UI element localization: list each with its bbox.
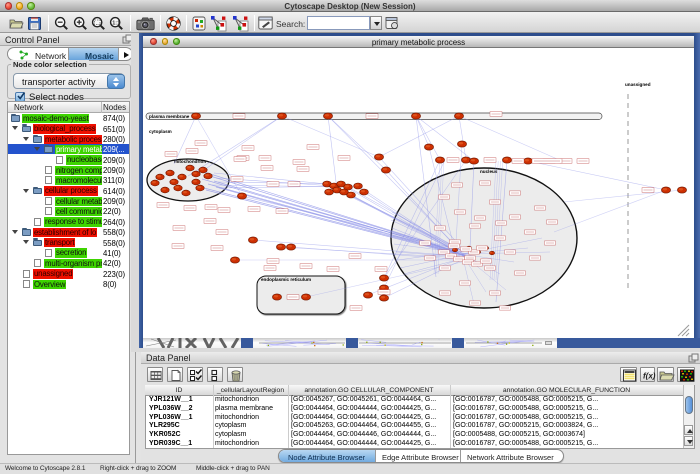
svg-text:cytoplasm: cytoplasm xyxy=(149,129,172,134)
svg-text:f(x): f(x) xyxy=(643,372,656,381)
svg-text:plasma membrane: plasma membrane xyxy=(149,114,190,119)
svg-text:mitochondrion: mitochondrion xyxy=(174,159,206,164)
svg-text:1:1: 1:1 xyxy=(112,20,120,26)
svg-text:unassigned: unassigned xyxy=(625,82,651,87)
svg-text:endoplasmic reticulum: endoplasmic reticulum xyxy=(261,277,311,282)
